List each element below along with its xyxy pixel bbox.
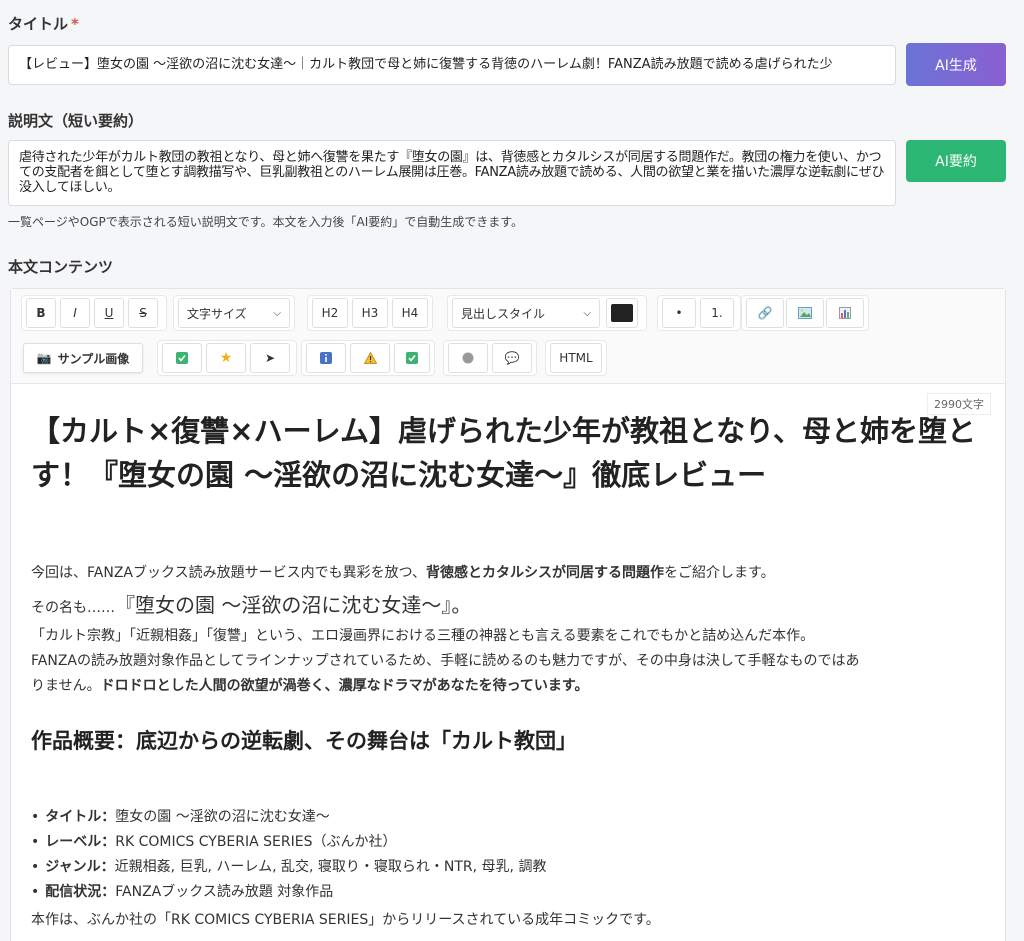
paragraph-6: 本作は、ぶんか社の「RK COMICS CYBERIA SERIES」からリリー… (31, 912, 660, 928)
chart-icon[interactable] (826, 298, 864, 328)
underline-button[interactable]: U (94, 298, 124, 328)
editor-content[interactable]: 2990文字 【カルト×復讐×ハーレム】虐げられた少年が教祖となり、母と姉を堕と… (11, 385, 1005, 941)
format-group: B I U S (21, 295, 167, 331)
html-button[interactable]: HTML (550, 343, 602, 373)
bubble-group: 💬 (443, 340, 537, 376)
notice-group (301, 340, 435, 376)
circle-icon[interactable] (448, 343, 488, 373)
summary-textarea[interactable]: 虐待された少年がカルト教団の教祖となり、母と姉へ復讐を果たす『堕女の園』は、背徳… (8, 140, 896, 206)
list-item: タイトル：堕女の園 〜淫欲の沼に沈む女達〜 (31, 805, 546, 830)
text-color-picker[interactable] (606, 298, 638, 328)
paragraph-3: 「カルト宗教」「近親相姦」「復讐」という、エロ漫画界における三種の神器とも言える… (31, 628, 815, 644)
info-icon[interactable] (306, 343, 346, 373)
list-item: ジャンル：近親相姦, 巨乳, ハーレム, 乱交, 寝取り・寝取られ・NTR, 母… (31, 855, 546, 880)
strike-button[interactable]: S (128, 298, 158, 328)
star-icon[interactable]: ★ (206, 343, 246, 373)
link-icon[interactable]: 🔗 (746, 298, 784, 328)
summary-hint: 一覧ページやOGPで表示される短い説明文です。本文を入力後「AI要約」で自動生成… (8, 215, 524, 229)
speech-bubble-icon[interactable]: 💬 (492, 343, 532, 373)
warning-icon[interactable] (350, 343, 390, 373)
summary-label: 説明文（短い要約） (8, 112, 144, 130)
color-swatch (611, 304, 633, 322)
content-label: 本文コンテンツ (8, 258, 114, 276)
html-group: HTML (545, 340, 607, 376)
paragraph-1: 今回は、FANZAブックス読み放題サービス内でも異彩を放つ、背徳感とカタルシスが… (31, 565, 775, 581)
sample-image-button[interactable]: 📷 サンプル画像 (23, 343, 143, 373)
h4-button[interactable]: H4 (392, 298, 428, 328)
insert-group: 🔗 (741, 295, 869, 331)
check-box-icon[interactable] (162, 343, 202, 373)
heading-group: H2 H3 H4 (307, 295, 433, 331)
info-list: タイトル：堕女の園 〜淫欲の沼に沈む女達〜 レーベル：RK COMICS CYB… (31, 805, 546, 905)
chevron-down-icon: ⌵ (273, 307, 281, 319)
camera-icon: 📷 (36, 351, 52, 365)
font-size-select[interactable]: 文字サイズ ⌵ (178, 298, 290, 328)
style-group: 見出しスタイル ⌵ (447, 295, 647, 331)
arrow-icon[interactable]: ➤ (250, 343, 290, 373)
paragraph-4: FANZAの読み放題対象作品としてラインナップされているため、手軽に読めるのも魅… (31, 653, 860, 669)
numbered-list-button[interactable]: 1. (700, 298, 734, 328)
image-icon[interactable] (786, 298, 824, 328)
check-box-icon[interactable] (394, 343, 430, 373)
rich-text-editor: B I U S 文字サイズ ⌵ H2 H3 H4 見出しスタイル ⌵ • 1. … (10, 288, 1006, 941)
font-size-group: 文字サイズ ⌵ (173, 295, 295, 331)
bullet-list-button[interactable]: • (662, 298, 696, 328)
ai-generate-button[interactable]: AI生成 (906, 43, 1006, 86)
paragraph-5: りません。ドロドロとした人間の欲望が渦巻く、濃厚なドラマがあなたを待っています。 (31, 678, 589, 694)
h3-button[interactable]: H3 (352, 298, 388, 328)
title-label: タイトル * (8, 15, 79, 33)
section-heading: 作品概要：底辺からの逆転劇、その舞台は「カルト教団」 (31, 729, 577, 753)
heading-style-select[interactable]: 見出しスタイル ⌵ (452, 298, 600, 328)
paragraph-2: その名も……『堕女の園 〜淫欲の沼に沈む女達〜』。 (31, 593, 472, 617)
box-group: ★ ➤ (157, 340, 297, 376)
list-group: • 1. (657, 295, 741, 331)
editor-toolbar: B I U S 文字サイズ ⌵ H2 H3 H4 見出しスタイル ⌵ • 1. … (11, 289, 1005, 384)
chevron-down-icon: ⌵ (583, 307, 591, 319)
article-title: 【カルト×復讐×ハーレム】虐げられた少年が教祖となり、母と姉を堕とす！『堕女の園… (31, 414, 976, 492)
list-item: レーベル：RK COMICS CYBERIA SERIES（ぶんか社） (31, 830, 546, 855)
ai-summary-button[interactable]: AI要約 (906, 140, 1006, 182)
title-input[interactable]: 【レビュー】堕女の園 〜淫欲の沼に沈む女達〜｜カルト教団で母と姉に復讐する背徳の… (8, 45, 896, 85)
required-mark: * (71, 15, 79, 33)
bold-button[interactable]: B (26, 298, 56, 328)
list-item: 配信状況：FANZAブックス読み放題 対象作品 (31, 880, 546, 905)
italic-button[interactable]: I (60, 298, 90, 328)
h2-button[interactable]: H2 (312, 298, 348, 328)
